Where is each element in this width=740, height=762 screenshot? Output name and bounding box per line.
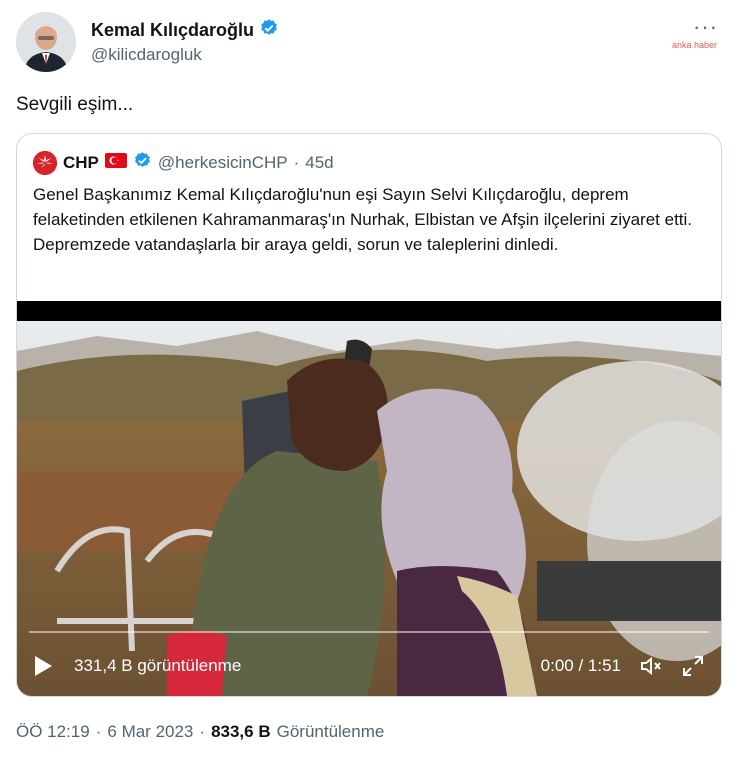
more-options-button[interactable]: ··· [693, 14, 718, 40]
chp-logo-icon[interactable] [33, 151, 57, 175]
quoted-tweet-text: Genel Başkanımız Kemal Kılıçdaroğlu'nun … [33, 185, 693, 254]
volume-muted-icon[interactable] [639, 654, 663, 683]
tweet-date[interactable]: 6 Mar 2023 [107, 722, 193, 742]
quoted-age[interactable]: 45d [305, 153, 333, 173]
video-player[interactable]: 331,4 B görüntülenme 0:00 / 1:51 [17, 301, 721, 696]
fullscreen-icon[interactable] [681, 654, 705, 683]
video-time: 0:00 / 1:51 [540, 656, 621, 675]
tweet-view-count: 833,6 B [211, 722, 271, 741]
meta-separator-1: · [95, 722, 102, 741]
meta-separator-2: · [199, 722, 206, 741]
video-frame [17, 321, 721, 696]
turkey-flag-icon [104, 153, 127, 173]
quoted-tweet-card[interactable]: CHP @herkesicinCHP · 45d Genel Başkanımı… [16, 133, 722, 697]
author-name[interactable]: Kemal Kılıçdaroğlu [91, 20, 254, 41]
verified-badge-icon [259, 18, 279, 43]
quoted-author-handle[interactable]: @herkesicinCHP [158, 153, 288, 173]
watermark-text: anka haber [672, 40, 718, 50]
tweet-text: Sevgili eşim... [16, 94, 134, 115]
play-button[interactable] [35, 656, 52, 676]
quoted-author-name[interactable]: CHP [63, 153, 99, 173]
tweet-time[interactable]: ÖÖ 12:19 [16, 722, 90, 742]
author-handle[interactable]: @kilicdarogluk [91, 45, 202, 65]
video-progress-bar[interactable] [29, 631, 709, 633]
tweet-view-label: Görüntülenme [276, 722, 385, 741]
quoted-verified-badge-icon [133, 151, 152, 175]
separator-dot: · [293, 153, 300, 172]
video-view-count: 331,4 B görüntülenme [74, 656, 242, 675]
author-avatar[interactable] [16, 12, 76, 72]
tweet-meta: ÖÖ 12:19 · 6 Mar 2023 · 833,6 B Görüntül… [16, 722, 384, 742]
